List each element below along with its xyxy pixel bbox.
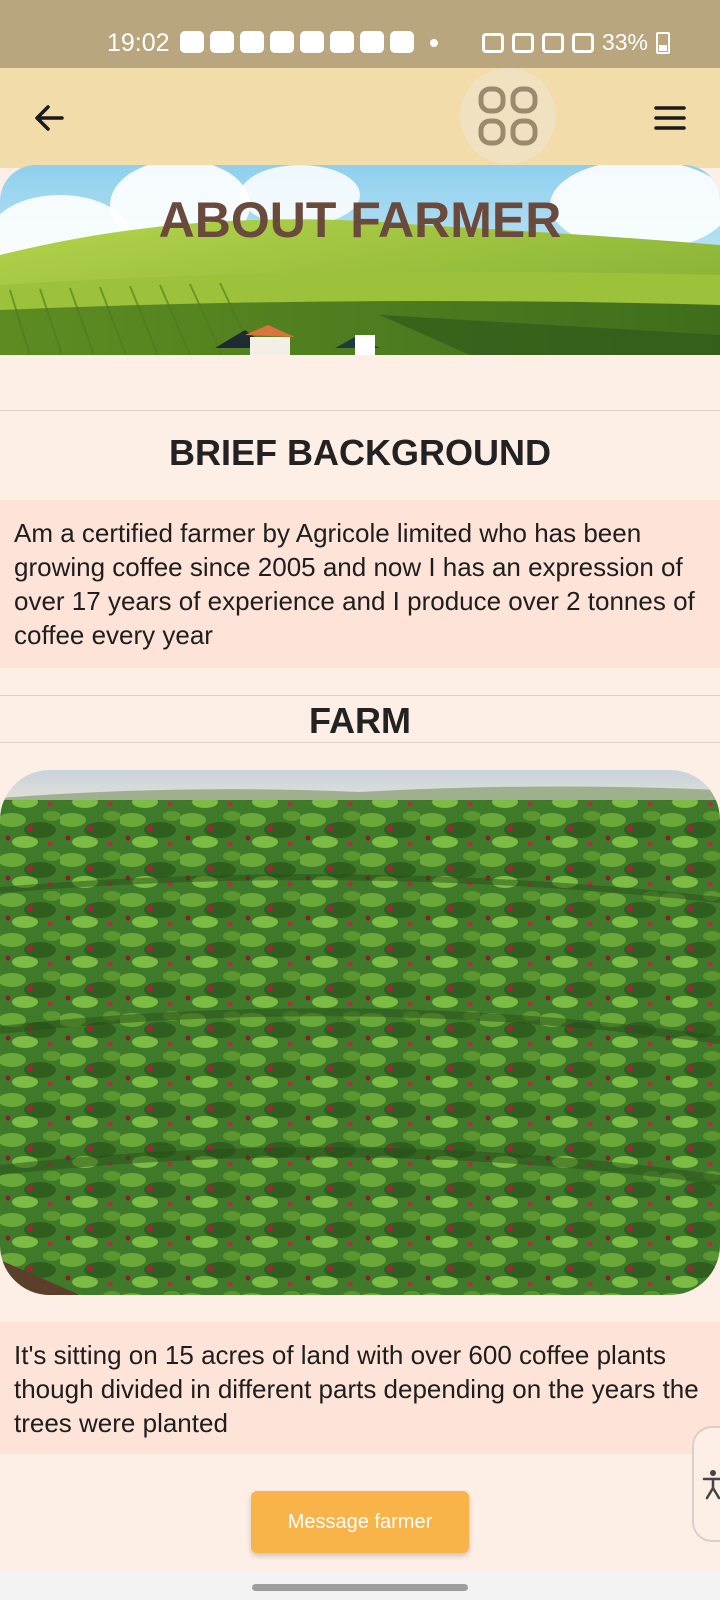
- divider: [0, 742, 720, 743]
- page-title: ABOUT FARMER: [158, 192, 562, 248]
- farm-photo: [0, 770, 720, 1295]
- farm-text-card: It's sitting on 15 acres of land with ov…: [0, 1322, 720, 1454]
- hourglass-icon: [360, 31, 384, 53]
- arrow-left-icon: [35, 105, 64, 131]
- divider: [0, 410, 720, 411]
- viber-icon: [270, 31, 294, 53]
- more-dot-icon: [430, 39, 438, 47]
- telegram-icon: [240, 31, 264, 53]
- home-gesture-handle[interactable]: [252, 1584, 468, 1591]
- system-icons: 33%: [481, 29, 670, 56]
- accessibility-icon: [702, 1470, 720, 1500]
- grid-logo-icon: [478, 86, 538, 146]
- youtube-icon: [330, 31, 354, 53]
- whatsapp-icon: [180, 31, 204, 53]
- background-text: Am a certified farmer by Agricole limite…: [14, 518, 695, 650]
- alarm-icon: [481, 32, 504, 53]
- divider: [0, 695, 720, 696]
- app-logo-button[interactable]: [460, 68, 556, 164]
- message-farmer-button[interactable]: Message farmer: [251, 1491, 469, 1553]
- battery-icon: [656, 31, 670, 54]
- background-text-card: Am a certified farmer by Agricole limite…: [0, 500, 720, 668]
- farm-text: It's sitting on 15 acres of land with ov…: [14, 1340, 699, 1438]
- status-bar: 19:02 33%: [0, 0, 720, 68]
- pinterest-icon: [390, 31, 414, 53]
- section-title-background: BRIEF BACKGROUND: [169, 432, 551, 473]
- hero-banner: ABOUT FARMER: [0, 165, 720, 355]
- signal-icon: [571, 32, 594, 53]
- system-nav-bar: [0, 1572, 720, 1600]
- back-button[interactable]: [28, 96, 72, 140]
- hamburger-menu-icon: [654, 106, 686, 130]
- status-time: 19:02: [107, 29, 170, 57]
- youtube-icon: [300, 31, 324, 53]
- section-title-farm: FARM: [309, 700, 411, 741]
- top-app-bar: [0, 68, 720, 168]
- coffee-plantation-image: [0, 770, 720, 1295]
- menu-button[interactable]: [648, 96, 692, 140]
- battery-text: 33%: [601, 29, 648, 55]
- chat-icon: [210, 31, 234, 53]
- wifi-icon: [511, 32, 534, 53]
- notification-icons: [180, 31, 438, 53]
- signal-icon: [541, 32, 564, 53]
- accessibility-button[interactable]: [692, 1426, 720, 1542]
